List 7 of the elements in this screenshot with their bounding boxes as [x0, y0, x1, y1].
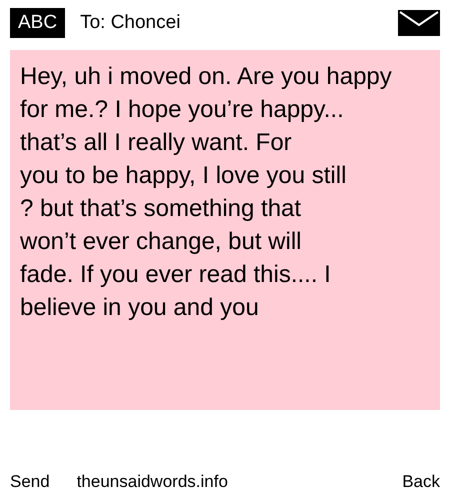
back-button[interactable]: Back [402, 468, 440, 494]
website-link[interactable]: theunsaidwords.info [76, 468, 228, 494]
send-button[interactable]: Send [10, 468, 50, 494]
envelope-icon [398, 10, 440, 36]
abc-badge: ABC [10, 8, 66, 38]
recipient-label: To: Choncei [80, 10, 180, 35]
message-text: Hey, uh i moved on. Are you happy for me.? I hope you’re happy... that’s all I really want. For you to be happy, I love you still ? but that’s something that won’t ever change, but will fade. If you ever read this.... I believe in you and you [20, 62, 393, 323]
